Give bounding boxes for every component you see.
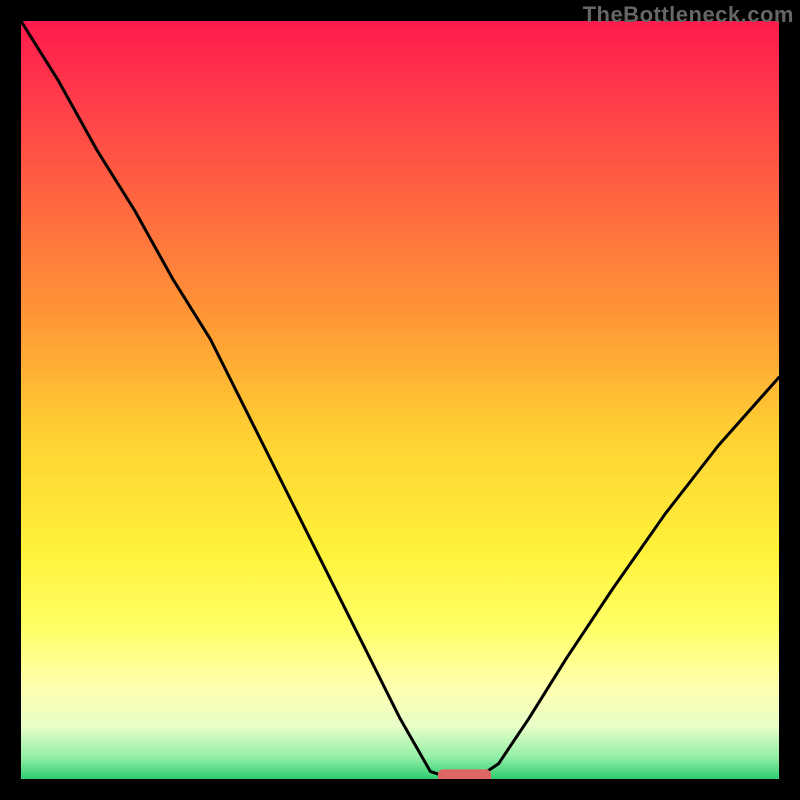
plot-area (21, 21, 779, 779)
optimal-marker (438, 769, 491, 779)
gradient-background (21, 21, 779, 779)
chart-frame: TheBottleneck.com (0, 0, 800, 800)
watermark-text: TheBottleneck.com (583, 2, 794, 28)
plot-svg (21, 21, 779, 779)
